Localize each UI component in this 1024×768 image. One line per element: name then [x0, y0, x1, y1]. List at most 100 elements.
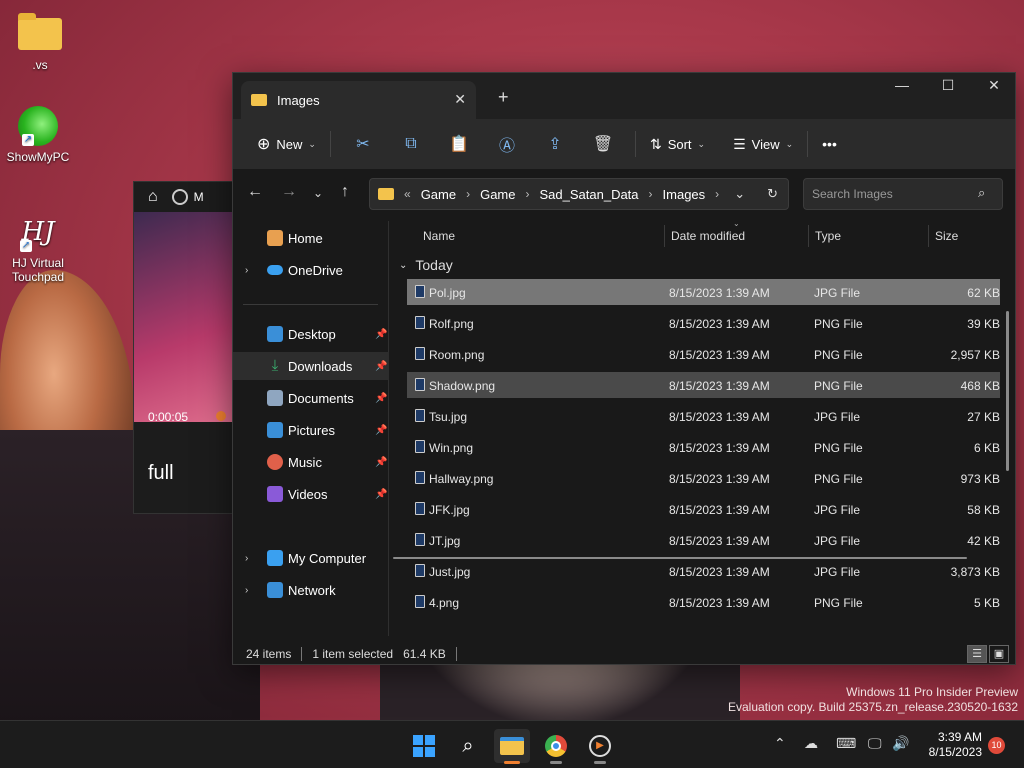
breadcrumb-item[interactable]: Sad_Satan_Data	[540, 187, 639, 202]
file-row[interactable]: JFK.jpg 8/15/2023 1:39 AM JPG File 58 KB	[407, 496, 1000, 522]
paste-icon[interactable]: 📋	[435, 134, 483, 154]
breadcrumb-item[interactable]: Game	[421, 187, 456, 202]
column-divider[interactable]	[808, 225, 809, 247]
group-header-today[interactable]: ⌄ Today	[399, 257, 453, 273]
search-button[interactable]: ⌕	[450, 729, 486, 763]
file-row[interactable]: Room.png 8/15/2023 1:39 AM PNG File 2,957 K…	[407, 341, 1000, 367]
file-row[interactable]: Shadow.png 8/15/2023 1:39 AM PNG File 468 K…	[407, 372, 1000, 398]
expand-chevron-icon[interactable]: ›	[245, 585, 248, 596]
vertical-scrollbar[interactable]	[1006, 311, 1009, 471]
column-header-name[interactable]: Name	[423, 229, 455, 243]
chrome-taskbar-button[interactable]	[538, 729, 574, 764]
minimize-button[interactable]: —	[879, 77, 925, 93]
tab-title: Images	[277, 92, 320, 108]
sidebar-item-documents[interactable]: Documents 📌	[233, 384, 389, 412]
pin-icon[interactable]: 📌	[375, 489, 387, 500]
breadcrumb-chevron-icon[interactable]: ›	[466, 187, 470, 201]
cut-icon[interactable]: ✂	[339, 134, 387, 154]
volume-icon[interactable]: 🔊	[892, 735, 909, 752]
view-toggles: ☰ ▣	[967, 645, 1009, 663]
pin-icon[interactable]: 📌	[375, 425, 387, 436]
address-bar[interactable]: « Game › Game › Sad_Satan_Data › Images …	[369, 178, 789, 210]
sort-icon: ⇅	[649, 135, 662, 152]
notification-badge[interactable]: 10	[988, 737, 1005, 754]
recent-locations-chevron-icon[interactable]: ⌄	[313, 186, 323, 200]
desktop-icon-hj-touchpad[interactable]: HJ ↗ HJ Virtual Touchpad	[0, 212, 76, 284]
close-tab-icon[interactable]: ✕	[454, 91, 466, 108]
desktop-icon-vs[interactable]: .vs	[2, 12, 78, 72]
tab-images[interactable]: Images ✕	[241, 81, 476, 119]
sidebar-item-music[interactable]: Music 📌	[233, 448, 389, 476]
seek-handle[interactable]	[216, 411, 226, 421]
media-video-frame[interactable]	[134, 212, 242, 422]
close-window-button[interactable]: ✕	[971, 77, 1017, 94]
breadcrumb-item[interactable]: Game	[480, 187, 515, 202]
sidebar-item-my-computer[interactable]: › My Computer	[233, 544, 389, 572]
show-hidden-icons-chevron-icon[interactable]: ⌃	[774, 735, 786, 752]
file-row[interactable]: 4.png 8/15/2023 1:39 AM PNG File 5 KB	[407, 589, 1000, 615]
expand-chevron-icon[interactable]: ›	[245, 553, 248, 564]
new-tab-button[interactable]: +	[498, 87, 509, 108]
breadcrumb-chevron-icon[interactable]: ›	[649, 187, 653, 201]
rename-icon[interactable]: Ⓐ	[483, 132, 531, 156]
file-explorer-taskbar-button[interactable]	[494, 729, 530, 764]
column-divider[interactable]	[664, 225, 665, 247]
network-status-icon[interactable]: 🖵	[868, 735, 882, 752]
media-player-taskbar-button[interactable]: ▶	[582, 729, 618, 764]
sidebar-item-home[interactable]: Home	[233, 224, 389, 252]
file-row[interactable]: Just.jpg 8/15/2023 1:39 AM JPG File 3,873 K…	[407, 558, 1000, 584]
start-button[interactable]	[406, 729, 442, 763]
sidebar-item-network[interactable]: › Network	[233, 576, 389, 604]
onedrive-offline-icon[interactable]: ☁	[804, 735, 818, 752]
delete-icon[interactable]: 🗑	[579, 134, 627, 154]
forward-arrow-icon[interactable]: →	[281, 183, 297, 201]
sidebar-item-videos[interactable]: Videos 📌	[233, 480, 389, 508]
file-row[interactable]: Rolf.png 8/15/2023 1:39 AM PNG File 39 KB	[407, 310, 1000, 336]
sidebar-item-onedrive[interactable]: › OneDrive	[233, 256, 389, 284]
overflow-chevron-icon[interactable]: «	[404, 187, 411, 201]
column-divider[interactable]	[928, 225, 929, 247]
expand-chevron-icon[interactable]: ›	[245, 265, 248, 276]
pin-icon[interactable]: 📌	[375, 329, 387, 340]
copy-icon[interactable]: ⧉	[387, 135, 435, 153]
share-icon[interactable]: ⇪	[531, 134, 579, 154]
file-row[interactable]: Pol.jpg 8/15/2023 1:39 AM JPG File 62 KB	[407, 279, 1000, 305]
column-header-date[interactable]: Date modified	[671, 229, 745, 243]
refresh-icon[interactable]: ↻	[767, 186, 778, 202]
pin-icon[interactable]: 📌	[375, 457, 387, 468]
desktop-icon-showmypc[interactable]: ↗ ShowMyPC	[0, 106, 76, 164]
tiles-view-icon[interactable]: ▣	[989, 645, 1009, 663]
new-button[interactable]: ⊕ New ⌄	[251, 127, 322, 161]
sort-button[interactable]: ⇅ Sort ⌄	[644, 127, 711, 161]
column-header-type[interactable]: Type	[815, 229, 841, 243]
home-icon[interactable]: ⌂	[148, 188, 158, 206]
back-arrow-icon[interactable]: ←	[247, 183, 263, 201]
file-row[interactable]: JT.jpg 8/15/2023 1:39 AM JPG File 42 KB	[407, 527, 1000, 553]
media-player-window[interactable]: ⌂ M 0:00:05 full	[133, 181, 243, 514]
file-row[interactable]: Hallway.png 8/15/2023 1:39 AM PNG File 973 …	[407, 465, 1000, 491]
breadcrumb-item[interactable]: Images	[663, 187, 706, 202]
address-history-chevron-icon[interactable]: ⌄	[734, 186, 745, 202]
pin-icon[interactable]: 📌	[375, 393, 387, 404]
up-arrow-icon[interactable]: ↑	[341, 183, 349, 201]
maximize-button[interactable]: ☐	[925, 77, 971, 94]
file-row[interactable]: Win.png 8/15/2023 1:39 AM PNG File 6 KB	[407, 434, 1000, 460]
file-row[interactable]: Tsu.jpg 8/15/2023 1:39 AM JPG File 27 KB	[407, 403, 1000, 429]
sidebar-item-desktop[interactable]: Desktop 📌	[233, 320, 389, 348]
more-options-button[interactable]: •••	[816, 127, 843, 161]
keyboard-icon[interactable]: ⌨	[836, 735, 856, 752]
folder-icon	[18, 13, 62, 50]
pin-icon[interactable]: 📌	[375, 361, 387, 372]
search-input[interactable]: Search Images	[803, 178, 1003, 210]
details-view-icon[interactable]: ☰	[967, 645, 987, 663]
address-row: ← → ⌄ ↑ « Game › Game › Sad_Satan_Data ›…	[233, 169, 1015, 219]
view-button[interactable]: ☰ View ⌄	[727, 127, 799, 161]
breadcrumb-chevron-icon[interactable]: ›	[715, 187, 719, 201]
system-clock[interactable]: 3:39 AM 8/15/2023	[918, 730, 982, 760]
column-header-size[interactable]: Size	[935, 229, 958, 243]
horizontal-scrollbar[interactable]	[393, 557, 967, 559]
sidebar-item-downloads[interactable]: ⤓ Downloads 📌	[233, 352, 389, 380]
sidebar-item-label: Network	[288, 582, 336, 598]
breadcrumb-chevron-icon[interactable]: ›	[526, 187, 530, 201]
sidebar-item-pictures[interactable]: Pictures 📌	[233, 416, 389, 444]
